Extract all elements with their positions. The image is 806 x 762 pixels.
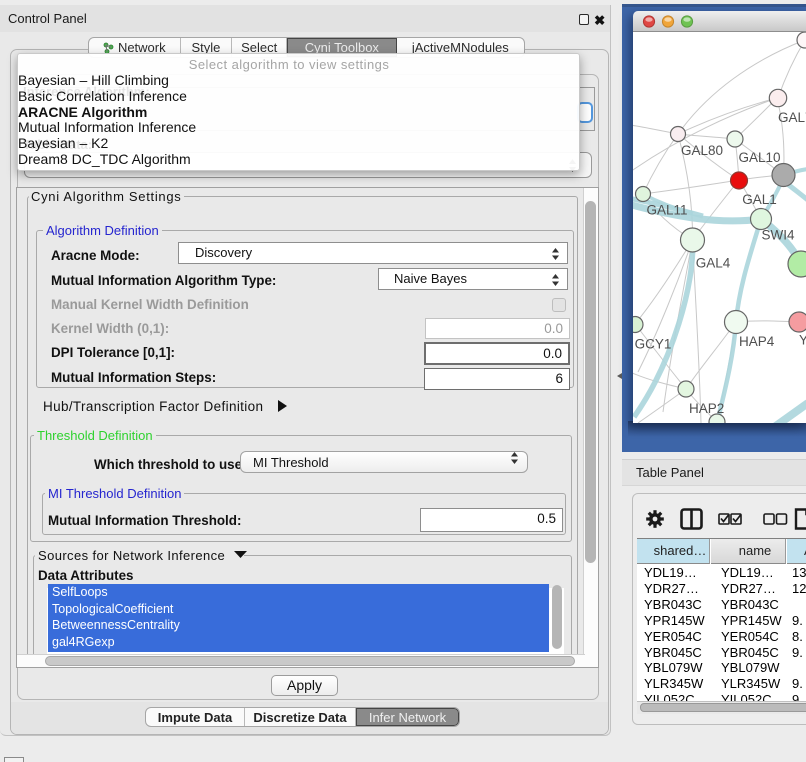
svg-text:GAL4: GAL4 (696, 256, 731, 271)
svg-text:GAL1: GAL1 (742, 192, 777, 207)
svg-text:GAL7: GAL7 (778, 110, 806, 125)
svg-text:HAP4: HAP4 (739, 334, 775, 349)
svg-text:HAP2: HAP2 (689, 401, 724, 416)
svg-text:GAL11: GAL11 (646, 203, 687, 218)
svg-text:SWI4: SWI4 (761, 228, 794, 243)
svg-text:GAL80: GAL80 (681, 143, 723, 158)
svg-text:GAL10: GAL10 (738, 150, 780, 165)
svg-text:YMR: YMR (799, 333, 806, 348)
svg-text:GCY1: GCY1 (635, 337, 672, 352)
